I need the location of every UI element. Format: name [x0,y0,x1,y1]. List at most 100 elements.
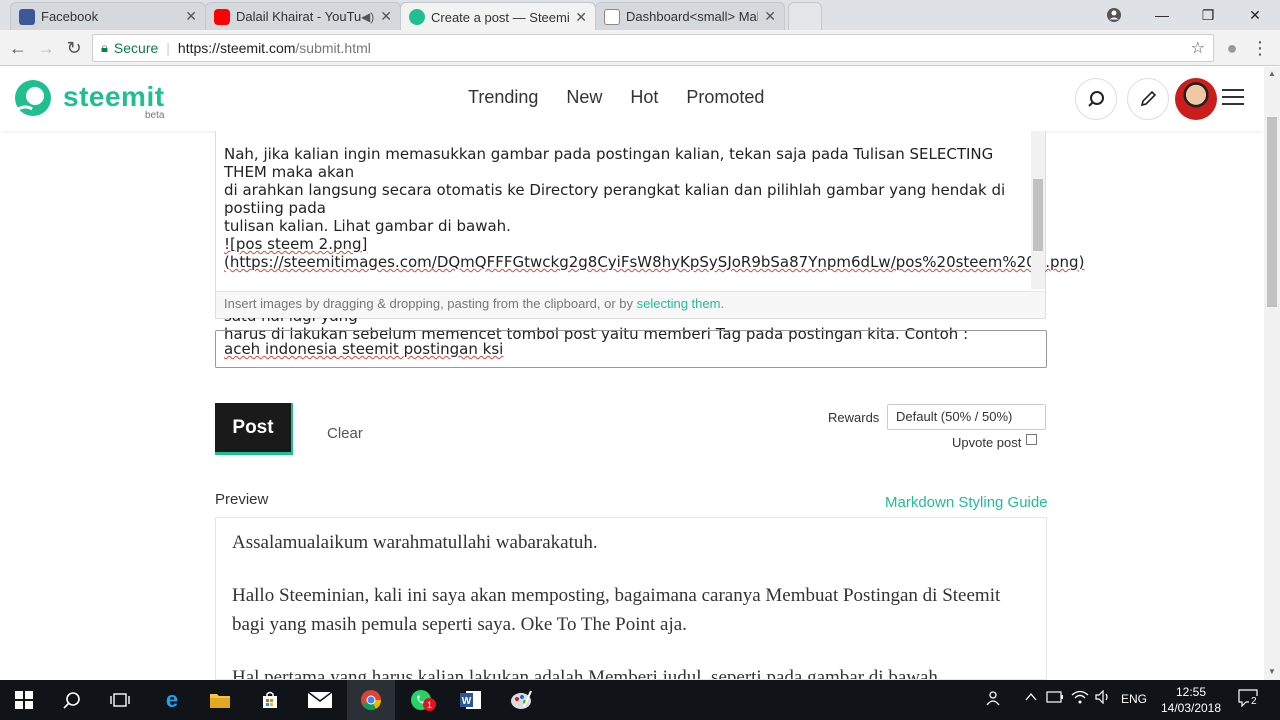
tab-dashboard[interactable]: Dashboard<small> Mah ✕ [595,2,785,30]
windows-start-icon[interactable] [12,688,36,712]
rewards-select[interactable]: Default (50% / 50%) [887,404,1046,430]
steemit-icon [409,9,425,25]
post-body-editor[interactable]: Nah, jika kalian ingin memasukkan gambar… [215,131,1085,343]
upvote-post-checkbox[interactable] [1026,434,1037,445]
profile-icon[interactable] [1091,0,1137,30]
tags-input[interactable]: aceh indonesia steemit postingan ksi [215,330,1047,368]
main-nav: Trending New Hot Promoted [468,87,764,108]
editor-scrollbar[interactable] [1031,131,1045,289]
address-bar: ← → ↻ 🔒︎ Secure | https://steemit.com/su… [0,30,1280,66]
nav-trending[interactable]: Trending [468,87,538,108]
nav-hot[interactable]: Hot [630,87,658,108]
select-images-link[interactable]: selecting them [637,296,721,311]
editor-line: (https://steemitimages.com/DQmQFFFGtwckg… [224,253,1085,271]
preview-content: Assalamualaikum warahmatullahi wabarakat… [232,528,1032,680]
scroll-down-arrow[interactable]: ▼ [1268,667,1276,676]
new-tab-button[interactable] [788,2,822,30]
close-icon[interactable]: ✕ [185,8,197,25]
nav-new[interactable]: New [566,87,602,108]
upvote-post-label: Upvote post [952,435,1022,450]
back-button[interactable]: ← [6,36,30,60]
scrollbar-thumb[interactable] [1267,117,1277,307]
post-button[interactable]: Post [215,403,293,455]
paint-app-icon[interactable] [509,688,533,712]
clock-date: 14/03/2018 [1160,701,1222,715]
search-icon [1088,91,1104,107]
write-post-button[interactable] [1127,78,1169,120]
hint-prefix: Insert images by dragging & dropping, pa… [224,296,637,311]
clear-button[interactable]: Clear [327,425,363,442]
url-host: https://steemit.com [177,40,296,56]
volume-icon[interactable] [1095,689,1111,707]
chevron-up-icon[interactable] [1024,690,1038,707]
taskbar-clock[interactable]: 12:55 14/03/2018 [1156,684,1226,716]
logo-beta: beta [145,110,165,121]
url-input[interactable]: 🔒︎ Secure | https://steemit.com/submit.h… [92,34,1214,62]
svg-text:W: W [462,696,472,707]
logo-text[interactable]: steemit [63,81,165,113]
rewards-label: Rewards [828,410,880,425]
nav-promoted[interactable]: Promoted [686,87,764,108]
tab-create-post[interactable]: Create a post — Steemit ✕ [400,2,596,31]
battery-icon[interactable] [1046,691,1064,706]
wifi-icon[interactable] [1071,690,1089,707]
store-icon[interactable] [258,688,282,712]
clock-time: 12:55 [1175,685,1207,699]
task-view-icon[interactable] [108,688,132,712]
menu-kebab-icon[interactable]: ⋮ [1248,36,1272,60]
preview-paragraph: Hal pertama yang harus kalian lakukan ad… [232,667,938,680]
editor-line: di arahkan langsung secara otomatis ke D… [224,181,1006,217]
tab-title: Create a post — Steemit [431,9,570,25]
hint-suffix: . [720,296,725,311]
chrome-icon[interactable] [359,688,383,712]
tab-facebook[interactable]: Facebook ✕ [10,2,206,30]
reload-button[interactable]: ↻ [62,36,86,60]
scroll-up-arrow[interactable]: ▲ [1268,69,1276,78]
tags-value: aceh indonesia steemit postingan ksi [224,340,504,358]
editor-line: Nah, jika kalian ingin memasukkan gambar… [224,145,994,181]
browser-tab-bar: Facebook ✕ Dalail Khairat - YouTu ◀) ✕ C… [0,0,1280,31]
steemit-logo-icon[interactable] [14,79,52,117]
facebook-icon [19,8,35,25]
editor-line: tulisan kalian. Lihat gambar di bawah. [224,217,511,235]
word-icon[interactable]: W [459,688,483,712]
document-icon [604,8,620,25]
close-icon[interactable]: ✕ [575,9,587,26]
pencil-icon [1140,90,1157,107]
forward-button[interactable]: → [34,36,58,60]
extension-icon[interactable]: ● [1220,36,1244,60]
mail-icon[interactable] [308,688,332,712]
close-icon[interactable]: ✕ [764,8,776,25]
minimize-button[interactable]: — [1139,0,1185,30]
hamburger-menu-icon[interactable] [1222,89,1244,107]
youtube-icon [214,8,230,25]
tab-youtube[interactable]: Dalail Khairat - YouTu ◀) ✕ [205,2,401,30]
preview-pane: Assalamualaikum warahmatullahi wabarakat… [215,517,1047,680]
image-upload-hint: Insert images by dragging & dropping, pa… [216,291,1045,318]
url-text: https://steemit.com/submit.html [178,40,371,56]
restore-button[interactable]: ❐ [1185,0,1231,30]
markdown-guide-link[interactable]: Markdown Styling Guide [885,494,1048,511]
editor-line [224,271,1024,289]
bookmark-star-icon[interactable]: ☆ [1191,38,1205,58]
whatsapp-icon[interactable]: 1 [409,688,436,712]
page-scrollbar[interactable]: ▲ ▼ [1264,67,1280,680]
user-avatar[interactable] [1175,78,1217,120]
preview-paragraph: Hallo Steeminian, kali ini saya akan mem… [232,585,1001,635]
language-indicator[interactable]: ENG [1121,692,1147,706]
close-window-button[interactable]: ✕ [1232,0,1278,30]
speaker-icon[interactable]: ◀) [361,10,374,24]
close-icon[interactable]: ✕ [380,8,392,25]
search-icon[interactable] [60,688,84,712]
edge-browser-icon[interactable]: e [160,687,184,712]
notification-center-icon[interactable]: 2 [1238,689,1259,710]
secure-label: Secure [113,40,159,56]
preview-paragraph: Assalamualaikum warahmatullahi wabarakat… [232,532,598,553]
editor-scrollbar-thumb[interactable] [1033,179,1043,251]
people-icon[interactable] [986,690,1002,709]
file-explorer-icon[interactable] [208,688,232,712]
whatsapp-badge: 1 [423,698,436,711]
url-path: /submit.html [295,40,371,56]
tab-title: Dashboard<small> Mah [626,9,759,24]
search-button[interactable] [1075,78,1117,120]
